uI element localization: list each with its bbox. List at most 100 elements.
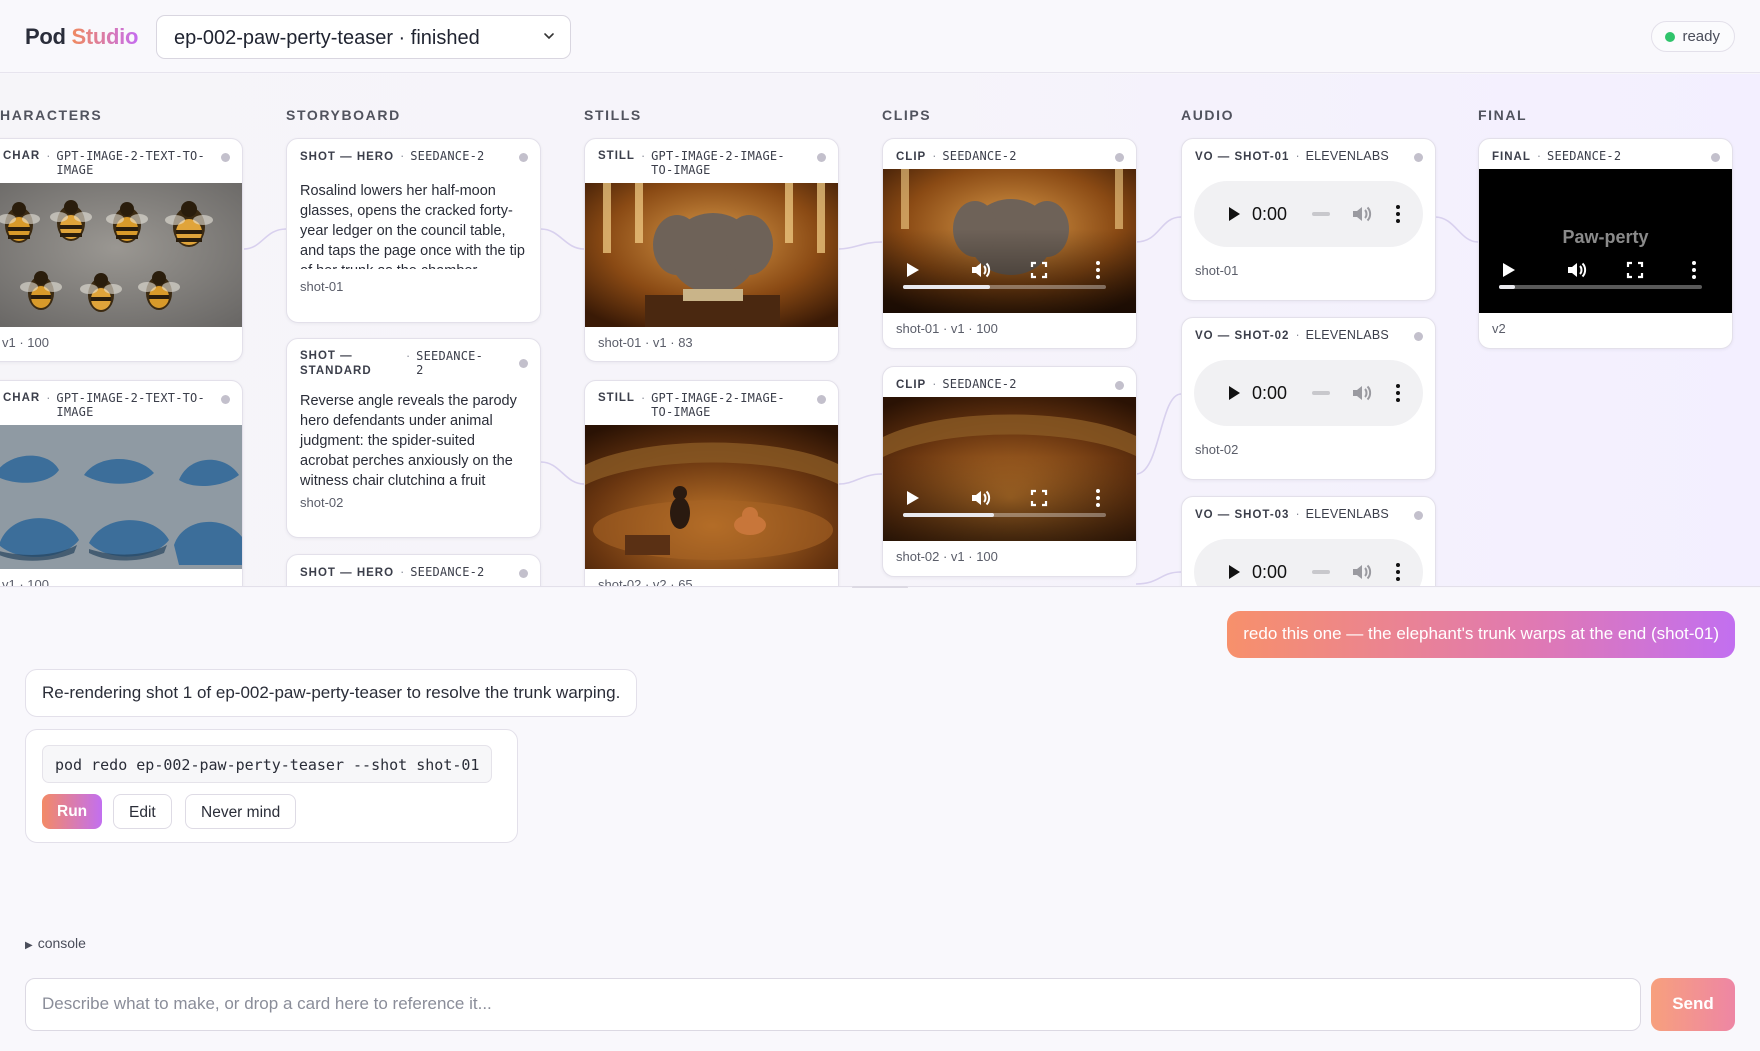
audio-time: 0:00 xyxy=(1252,383,1288,403)
prompt-input[interactable]: Describe what to make, or drop a card he… xyxy=(25,978,1641,1031)
card-header: SHOT — HERO · SEEDANCE-2 xyxy=(287,555,540,585)
clip-video-player[interactable] xyxy=(883,169,1136,313)
column-title-audio: AUDIO xyxy=(1181,107,1235,123)
more-icon[interactable] xyxy=(1683,259,1705,281)
status-dot-icon xyxy=(1414,511,1423,520)
play-icon[interactable] xyxy=(1224,562,1244,582)
storyboard-card-shot-01[interactable]: SHOT — HERO · SEEDANCE-2 Rosalind lowers h… xyxy=(286,138,541,323)
volume-icon[interactable] xyxy=(969,259,991,281)
volume-icon[interactable] xyxy=(1350,203,1372,225)
card-footer: shot-02 · v1 · 100 xyxy=(896,549,998,564)
column-title-final: FINAL xyxy=(1478,107,1528,123)
clip-video-player[interactable] xyxy=(883,397,1136,541)
more-icon[interactable] xyxy=(1391,561,1405,583)
audio-progress-bar[interactable] xyxy=(1312,569,1330,575)
video-controls xyxy=(883,457,1136,541)
bee-character-image xyxy=(0,183,242,327)
final-video-player[interactable]: Paw-perty xyxy=(1479,169,1732,313)
card-header: VO — SHOT-03 · ELEVENLABS xyxy=(1182,497,1435,527)
card-footer: shot-01 · v1 · 100 xyxy=(896,321,998,336)
pipeline-board[interactable]: HARACTERS STORYBOARD STILLS CLIPS AUDIO … xyxy=(0,74,1760,587)
storyboard-card-shot-03[interactable]: SHOT — HERO · SEEDANCE-2 xyxy=(286,554,541,586)
shot-description: Reverse angle reveals the parody hero de… xyxy=(300,393,517,485)
storyboard-card-shot-02[interactable]: SHOT — STANDARD · SEEDANCE- 2 Reverse angle… xyxy=(286,338,541,538)
app-header: Pod Studio ep-002-paw-perty-teaser · fin… xyxy=(0,0,1760,73)
clip-card-shot-02[interactable]: CLIP · SEEDANCE-2 shot-02 · v1 · 100 xyxy=(882,366,1137,577)
play-icon[interactable] xyxy=(901,259,923,281)
play-icon[interactable] xyxy=(1224,383,1244,403)
still-card-shot-01[interactable]: STILL · GPT-IMAGE-2-IMAGE- TO-IMAGE shot-0… xyxy=(584,138,839,362)
audio-progress-bar[interactable] xyxy=(1312,211,1330,217)
card-header: VO — SHOT-02 · ELEVENLABS xyxy=(1182,318,1435,348)
audio-player[interactable]: 0:00 xyxy=(1194,181,1423,247)
whale-character-image xyxy=(0,425,242,569)
card-footer: v1 · 100 xyxy=(2,577,49,587)
more-icon[interactable] xyxy=(1391,382,1405,404)
still-card-shot-02[interactable]: STILL · GPT-IMAGE-2-IMAGE- TO-IMAGE shot-0… xyxy=(584,380,839,586)
volume-icon[interactable] xyxy=(1350,561,1372,583)
card-header: STILL · GPT-IMAGE-2-IMAGE- TO-IMAGE xyxy=(585,139,838,183)
video-progress-bar[interactable] xyxy=(1499,285,1702,289)
edit-button[interactable]: Edit xyxy=(113,794,172,829)
chat-panel: redo this one — the elephant's trunk war… xyxy=(0,588,1760,1051)
send-button[interactable]: Send xyxy=(1651,978,1735,1031)
card-header: CHAR · GPT-IMAGE-2-TEXT-TO- IMAGE xyxy=(0,381,242,425)
status-dot-icon xyxy=(817,395,826,404)
character-card-bee[interactable]: CHAR · GPT-IMAGE-2-TEXT-TO- IMAGE v1 · 1… xyxy=(0,138,243,362)
run-button[interactable]: Run xyxy=(42,794,103,829)
audio-progress-bar[interactable] xyxy=(1312,390,1330,396)
column-title-storyboard: STORYBOARD xyxy=(286,107,401,123)
more-icon[interactable] xyxy=(1087,259,1109,281)
fullscreen-icon[interactable] xyxy=(1028,259,1050,281)
logo-text-studio: Studio xyxy=(71,24,139,49)
video-controls xyxy=(1479,229,1732,313)
audio-card-shot-01[interactable]: VO — SHOT-01 · ELEVENLABS 0:00 shot-01 xyxy=(1181,138,1436,301)
fullscreen-icon[interactable] xyxy=(1624,259,1646,281)
audio-time: 0:00 xyxy=(1252,204,1288,224)
audio-player[interactable]: 0:00 xyxy=(1194,539,1423,586)
volume-icon[interactable] xyxy=(1350,382,1372,404)
audio-card-shot-03[interactable]: VO — SHOT-03 · ELEVENLABS 0:00 xyxy=(1181,496,1436,586)
audio-player[interactable]: 0:00 xyxy=(1194,360,1423,426)
shot-description: Rosalind lowers her half-moon glasses, o… xyxy=(300,183,525,269)
play-icon[interactable] xyxy=(901,487,923,509)
video-progress-bar[interactable] xyxy=(903,513,1106,517)
card-footer: shot-01 xyxy=(1195,263,1239,278)
status-dot-icon xyxy=(519,153,528,162)
card-header: STILL · GPT-IMAGE-2-IMAGE- TO-IMAGE xyxy=(585,381,838,425)
card-header: CHAR · GPT-IMAGE-2-TEXT-TO- IMAGE xyxy=(0,139,242,183)
status-text: ready xyxy=(1682,28,1720,45)
more-icon[interactable] xyxy=(1391,203,1405,225)
card-header: SHOT — STANDARD · SEEDANCE- 2 xyxy=(287,339,540,385)
clip-card-shot-01[interactable]: CLIP · SEEDANCE-2 shot-01 · v1 · 100 xyxy=(882,138,1137,349)
status-badge: ready xyxy=(1651,21,1735,52)
character-card-whale[interactable]: CHAR · GPT-IMAGE-2-TEXT-TO- IMAGE v1 · 1… xyxy=(0,380,243,587)
card-footer: shot-02 xyxy=(300,495,344,510)
episode-select[interactable]: ep-002-paw-perty-teaser · finished xyxy=(156,15,571,59)
fullscreen-icon[interactable] xyxy=(1028,487,1050,509)
volume-icon[interactable] xyxy=(1565,259,1587,281)
status-dot-icon xyxy=(817,153,826,162)
status-dot-icon xyxy=(1665,32,1676,42)
more-icon[interactable] xyxy=(1087,487,1109,509)
column-title-characters: HARACTERS xyxy=(0,107,103,123)
audio-card-shot-02[interactable]: VO — SHOT-02 · ELEVENLABS 0:00 shot-02 xyxy=(1181,317,1436,480)
status-dot-icon xyxy=(1414,153,1423,162)
chevron-down-icon xyxy=(544,33,554,40)
volume-icon[interactable] xyxy=(969,487,991,509)
final-card[interactable]: FINAL · SEEDANCE-2 Paw-perty v2 xyxy=(1478,138,1733,349)
video-progress-bar[interactable] xyxy=(903,285,1106,289)
play-icon[interactable] xyxy=(1224,204,1244,224)
status-dot-icon xyxy=(519,569,528,578)
card-footer: shot-02 xyxy=(1195,442,1239,457)
command-text: pod redo ep-002-paw-perty-teaser --shot … xyxy=(42,745,493,783)
elephant-still-image xyxy=(585,183,838,327)
never-mind-button[interactable]: Never mind xyxy=(185,794,297,829)
card-footer: v1 · 100 xyxy=(2,335,49,350)
card-header: VO — SHOT-01 · ELEVENLABS xyxy=(1182,139,1435,169)
console-toggle[interactable]: ▶ console xyxy=(25,935,86,951)
status-dot-icon xyxy=(221,153,230,162)
status-dot-icon xyxy=(1115,153,1124,162)
video-controls xyxy=(883,229,1136,313)
play-icon[interactable] xyxy=(1497,259,1519,281)
